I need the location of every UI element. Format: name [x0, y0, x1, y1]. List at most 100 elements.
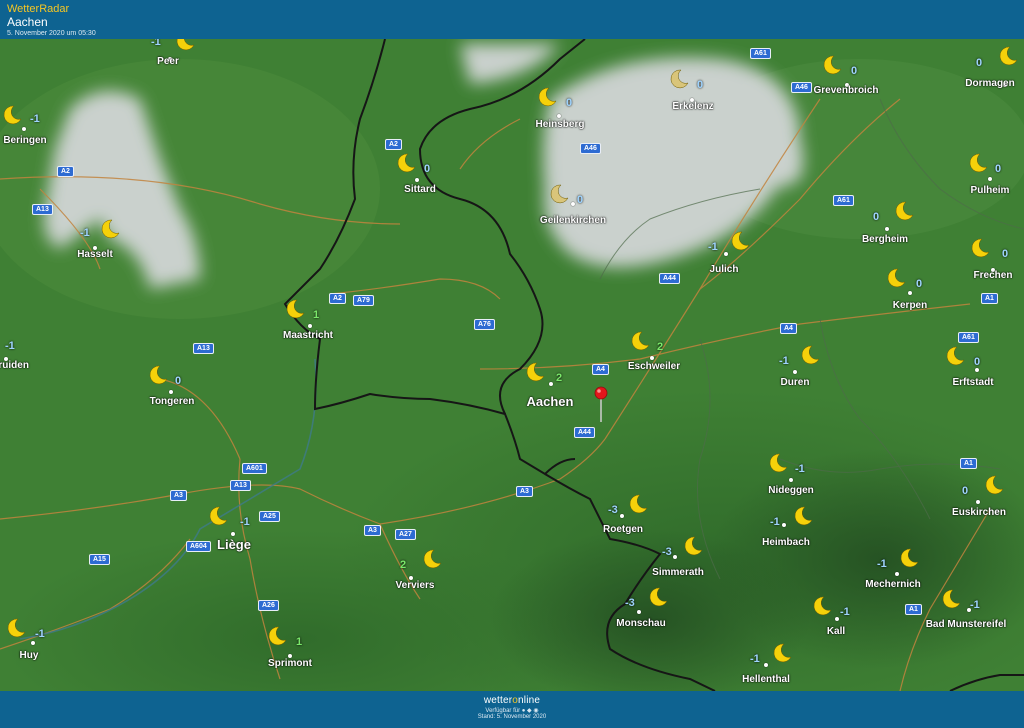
city-label-duren[interactable]: Duren	[781, 377, 810, 388]
city-dot-beringen	[22, 127, 26, 131]
city-label-hasselt[interactable]: Hasselt	[77, 249, 113, 260]
city-dot-huy	[31, 641, 35, 645]
city-dot-kall	[835, 617, 839, 621]
city-dot-simmerath	[673, 555, 677, 559]
city-label-julich[interactable]: Julich	[710, 264, 739, 275]
crescent-moon-icon	[267, 626, 287, 646]
temperature-beringen: -1	[30, 113, 40, 125]
city-label-roetgen[interactable]: Roetgen	[603, 524, 643, 535]
city-label-heimbach[interactable]: Heimbach	[762, 537, 810, 548]
temperature-nideggen: -1	[795, 463, 805, 475]
map-pin-icon[interactable]	[594, 386, 608, 424]
radar-map[interactable]: A61 A46 A2 A46 A2 A13 A61 A44 A2 A79 A76 A1 A4 A61 A13…	[0, 39, 1024, 691]
city-label-monschau[interactable]: Monschau	[616, 618, 665, 629]
temperature-aachen: 2	[556, 372, 563, 384]
crescent-moon-icon	[793, 506, 813, 526]
city-label-aachen[interactable]: Aachen	[527, 394, 574, 409]
city-label-sprimont[interactable]: Sprimont	[268, 658, 312, 669]
city-label-li-ge[interactable]: Liège	[217, 537, 251, 552]
city-label-tongeren[interactable]: Tongeren	[150, 396, 195, 407]
city-dot-roetgen	[620, 514, 624, 518]
crescent-moon-icon	[768, 453, 788, 473]
temperature-sprimont: 1	[296, 636, 303, 648]
temperature-julich: -1	[708, 241, 718, 253]
road-shield-a13: A13	[193, 343, 214, 354]
crescent-moon-icon	[100, 219, 120, 239]
city-label-bergheim[interactable]: Bergheim	[862, 234, 908, 245]
city-dot-eschweiler	[650, 356, 654, 360]
temperature-mechernich: -1	[877, 558, 887, 570]
city-label-kall[interactable]: Kall	[827, 626, 845, 637]
city-label-frechen[interactable]: Frechen	[974, 270, 1013, 281]
city-label-mechernich[interactable]: Mechernich	[865, 579, 921, 590]
temperature-duren: -1	[779, 355, 789, 367]
crescent-moon-icon	[208, 506, 228, 526]
temperature-monschau: -3	[625, 597, 635, 609]
city-dot-sittard	[415, 178, 419, 182]
city-dot-bergheim	[885, 227, 889, 231]
temperature-hellenthal: -1	[750, 653, 760, 665]
temperature-pulheim: 0	[995, 163, 1002, 175]
temperature-dormagen: 0	[976, 57, 983, 69]
temperature-truiden: -1	[5, 340, 15, 352]
road-shield-a3: A3	[170, 490, 187, 501]
temperature-peer: -1	[151, 39, 161, 48]
city-label-euskirchen[interactable]: Euskirchen	[952, 507, 1006, 518]
city-label-beringen[interactable]: Beringen	[3, 135, 46, 146]
crescent-moon-icon	[148, 365, 168, 385]
temperature-geilenkirchen: 0	[577, 194, 584, 206]
city-label-erkelenz[interactable]: Erkelenz	[672, 101, 713, 112]
crescent-moon-icon	[628, 494, 648, 514]
city-label-eschweiler[interactable]: Eschweiler	[628, 361, 680, 372]
city-label-verviers[interactable]: Verviers	[396, 580, 435, 591]
stand-date: Stand: 5. November 2020	[477, 714, 547, 720]
city-label-simmerath[interactable]: Simmerath	[652, 567, 704, 578]
crescent-moon-icon	[669, 69, 689, 89]
city-label-pulheim[interactable]: Pulheim	[971, 185, 1010, 196]
temperature-frechen: 0	[1002, 248, 1009, 260]
temperature-heimbach: -1	[770, 516, 780, 528]
city-label-grevenbroich[interactable]: Grevenbroich	[813, 85, 878, 96]
crescent-moon-icon	[886, 268, 906, 288]
crescent-moon-icon	[800, 345, 820, 365]
crescent-moon-icon	[537, 87, 557, 107]
road-shield-a13: A13	[230, 480, 251, 491]
city-label-truiden[interactable]: truiden	[0, 360, 29, 371]
temperature-grevenbroich: 0	[851, 65, 858, 77]
wetteronline-logo[interactable]: wetteronline	[0, 695, 1024, 706]
road-shield-a46: A46	[791, 82, 812, 93]
city-label-peer[interactable]: Peer	[157, 56, 179, 67]
crescent-moon-icon	[894, 201, 914, 221]
city-label-sittard[interactable]: Sittard	[404, 184, 436, 195]
city-label-huy[interactable]: Huy	[20, 650, 39, 661]
temperature-verviers: 2	[400, 559, 407, 571]
city-label-heinsberg[interactable]: Heinsberg	[536, 119, 585, 130]
road-shield-a25: A25	[259, 511, 280, 522]
road-shield-a46: A46	[580, 143, 601, 154]
app-brand: WetterRadar	[7, 3, 70, 15]
city-label-kerpen[interactable]: Kerpen	[893, 300, 927, 311]
temperature-li-ge: -1	[240, 516, 250, 528]
city-label-hellenthal[interactable]: Hellenthal	[742, 674, 790, 685]
road-shield-a26: A26	[258, 600, 279, 611]
city-label-bad-munstereifel[interactable]: Bad Munstereifel	[926, 619, 1007, 630]
city-dot-erftstadt	[975, 368, 979, 372]
temperature-heinsberg: 0	[566, 97, 573, 109]
city-label-maastricht[interactable]: Maastricht	[283, 330, 333, 341]
city-label-erftstadt[interactable]: Erftstadt	[952, 377, 993, 388]
road-shield-a2: A2	[329, 293, 346, 304]
city-label-geilenkirchen[interactable]: Geilenkirchen	[540, 215, 606, 226]
temperature-bad-munstereifel: -1	[970, 599, 980, 611]
road-shield-a4: A4	[780, 323, 797, 334]
availability-note: Verfügbar für ● ◆ ◉	[485, 708, 539, 714]
road-shield-a1: A1	[960, 458, 977, 469]
city-label-dormagen[interactable]: Dormagen	[965, 78, 1014, 89]
city-dot-heinsberg	[557, 114, 561, 118]
road-shield-a604: A604	[186, 541, 211, 552]
crescent-moon-icon	[984, 475, 1004, 495]
city-label-nideggen[interactable]: Nideggen	[768, 485, 814, 496]
crescent-moon-icon	[175, 39, 195, 51]
crescent-moon-icon	[772, 643, 792, 663]
city-dot-heimbach	[782, 523, 786, 527]
city-dot-hellenthal	[764, 663, 768, 667]
